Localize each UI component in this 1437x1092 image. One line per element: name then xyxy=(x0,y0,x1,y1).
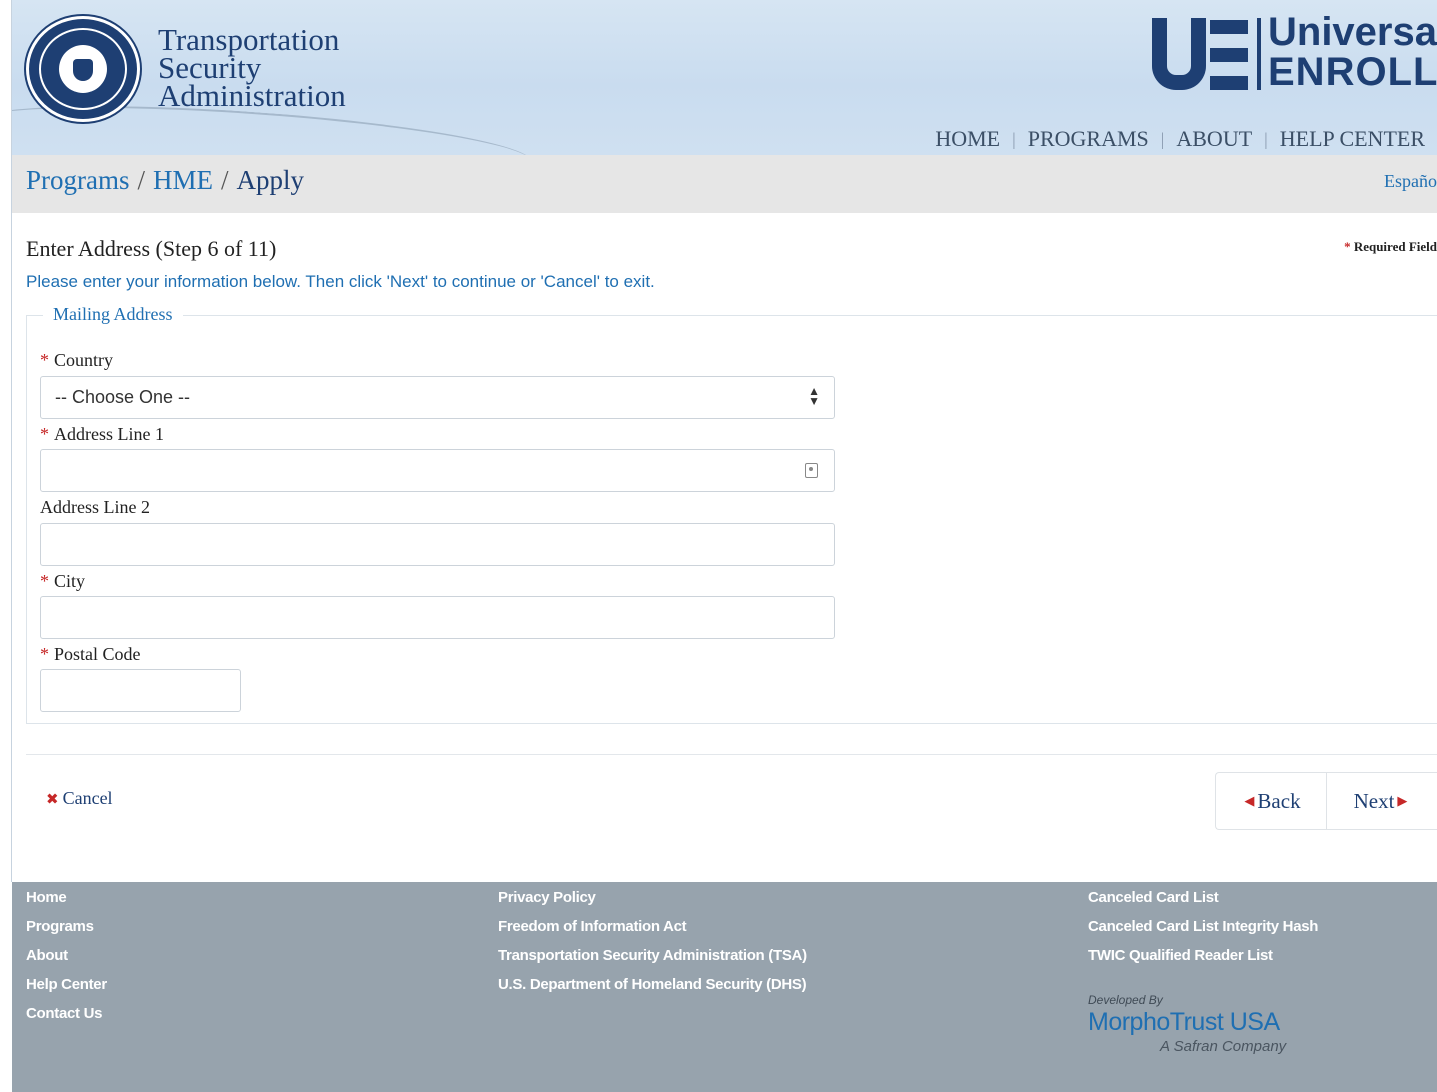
address-line-2-label: Address Line 2 xyxy=(40,497,150,517)
wizard-nav-buttons: ◀ Back Next ▶ xyxy=(1215,772,1437,830)
country-label-text: Country xyxy=(54,350,114,370)
required-asterisk: * xyxy=(1344,239,1354,254)
breadcrumb-apply: Apply xyxy=(236,165,305,195)
ue-brand-line-1: Universal xyxy=(1268,10,1437,54)
footer-link-twic-reader-list[interactable]: TWIC Qualified Reader List xyxy=(1088,948,1318,977)
form-divider xyxy=(26,754,1437,755)
breadcrumb-programs[interactable]: Programs xyxy=(26,165,130,195)
back-button[interactable]: ◀ Back xyxy=(1216,773,1326,829)
address-line-2-input[interactable] xyxy=(40,523,835,566)
tsa-name-line-3: Administration xyxy=(158,78,346,113)
site-header: Transportation Security Administration U… xyxy=(12,0,1437,155)
footer-link-tsa[interactable]: Transportation Security Administration (… xyxy=(498,948,807,977)
ue-logo-mark xyxy=(1152,16,1252,92)
required-asterisk: * xyxy=(40,571,49,591)
footer-link-integrity-hash[interactable]: Canceled Card List Integrity Hash xyxy=(1088,919,1318,948)
address-line-1-label-text: Address Line 1 xyxy=(54,424,164,444)
cancel-button[interactable]: ✖ Cancel xyxy=(46,788,113,809)
breadcrumb-separator: / xyxy=(137,165,146,195)
country-select[interactable]: -- Choose One -- ▲ ▼ xyxy=(40,376,835,419)
developed-by-label: Developed By xyxy=(1088,993,1163,1007)
ue-logo-e-bar xyxy=(1210,20,1248,34)
required-field-text: Required Field xyxy=(1353,239,1437,254)
address-line-1-label: * Address Line 1 xyxy=(40,424,164,445)
postal-code-label: * Postal Code xyxy=(40,644,141,665)
next-label: Next xyxy=(1353,788,1395,813)
dhs-seal-icon[interactable] xyxy=(26,16,140,122)
breadcrumb: Programs / HME / Apply xyxy=(26,165,304,196)
required-asterisk: * xyxy=(40,644,49,664)
ue-logo-e-bar xyxy=(1210,48,1248,62)
postal-code-label-text: Postal Code xyxy=(54,644,141,664)
ue-brand-line-2: ENROLL xyxy=(1268,50,1437,94)
up-down-arrows-icon: ▲ ▼ xyxy=(808,384,820,408)
footer-column-policy: Privacy Policy Freedom of Information Ac… xyxy=(498,890,807,1006)
footer-link-help-center[interactable]: Help Center xyxy=(26,977,107,1006)
footer-link-canceled-card-list[interactable]: Canceled Card List xyxy=(1088,890,1318,919)
footer-link-programs[interactable]: Programs xyxy=(26,919,107,948)
site-footer: Home Programs About Help Center Contact … xyxy=(12,882,1437,1092)
ue-logo-divider xyxy=(1257,18,1261,90)
safran-tagline: A Safran Company xyxy=(1160,1038,1287,1055)
seal-eagle xyxy=(59,45,107,93)
back-label: Back xyxy=(1257,788,1301,813)
page-title: Enter Address (Step 6 of 11) xyxy=(26,236,277,261)
ue-logo-u xyxy=(1152,18,1206,90)
breadcrumb-bar: Programs / HME / Apply Españo xyxy=(12,155,1437,213)
required-asterisk: * xyxy=(40,350,49,370)
triangle-left-icon: ◀ xyxy=(1244,793,1255,809)
top-nav: HOME | PROGRAMS | ABOUT | HELP CENTER xyxy=(923,126,1437,152)
language-toggle[interactable]: Españo xyxy=(1384,171,1437,192)
footer-column-site: Home Programs About Help Center Contact … xyxy=(26,890,107,1035)
postal-code-input[interactable] xyxy=(40,669,241,712)
footer-link-dhs[interactable]: U.S. Department of Homeland Security (DH… xyxy=(498,977,807,1006)
footer-link-contact-us[interactable]: Contact Us xyxy=(26,1006,107,1035)
fieldset-legend: Mailing Address xyxy=(43,304,183,325)
footer-link-home[interactable]: Home xyxy=(26,890,107,919)
nav-home[interactable]: HOME xyxy=(923,126,1012,152)
city-input[interactable] xyxy=(40,596,835,639)
nav-about[interactable]: ABOUT xyxy=(1164,126,1264,152)
morphotrust-logo[interactable]: MorphoTrust USA xyxy=(1088,1008,1280,1037)
city-label: * City xyxy=(40,571,85,592)
footer-link-privacy-policy[interactable]: Privacy Policy xyxy=(498,890,807,919)
ue-logo-e-bar xyxy=(1210,76,1248,90)
tsa-logo-text[interactable]: Transportation Security Administration xyxy=(158,24,346,113)
triangle-right-icon: ▶ xyxy=(1397,793,1408,809)
footer-column-cards: Canceled Card List Canceled Card List In… xyxy=(1088,890,1318,977)
contact-card-icon[interactable] xyxy=(805,463,818,478)
footer-link-about[interactable]: About xyxy=(26,948,107,977)
cancel-label: Cancel xyxy=(62,788,113,808)
country-selected-value: -- Choose One -- xyxy=(55,387,191,407)
footer-link-foia[interactable]: Freedom of Information Act xyxy=(498,919,807,948)
nav-programs[interactable]: PROGRAMS xyxy=(1016,126,1161,152)
next-button[interactable]: Next ▶ xyxy=(1326,773,1437,829)
city-label-text: City xyxy=(54,571,86,591)
breadcrumb-hme[interactable]: HME xyxy=(153,165,213,195)
x-icon: ✖ xyxy=(46,790,59,808)
breadcrumb-separator: / xyxy=(221,165,229,195)
address-line-1-input[interactable] xyxy=(40,449,835,492)
required-asterisk: * xyxy=(40,424,49,444)
form-instructions: Please enter your information below. The… xyxy=(26,272,655,291)
nav-help-center[interactable]: HELP CENTER xyxy=(1268,126,1437,152)
country-label: * Country xyxy=(40,350,113,371)
required-field-note: * Required Field xyxy=(1344,239,1437,255)
